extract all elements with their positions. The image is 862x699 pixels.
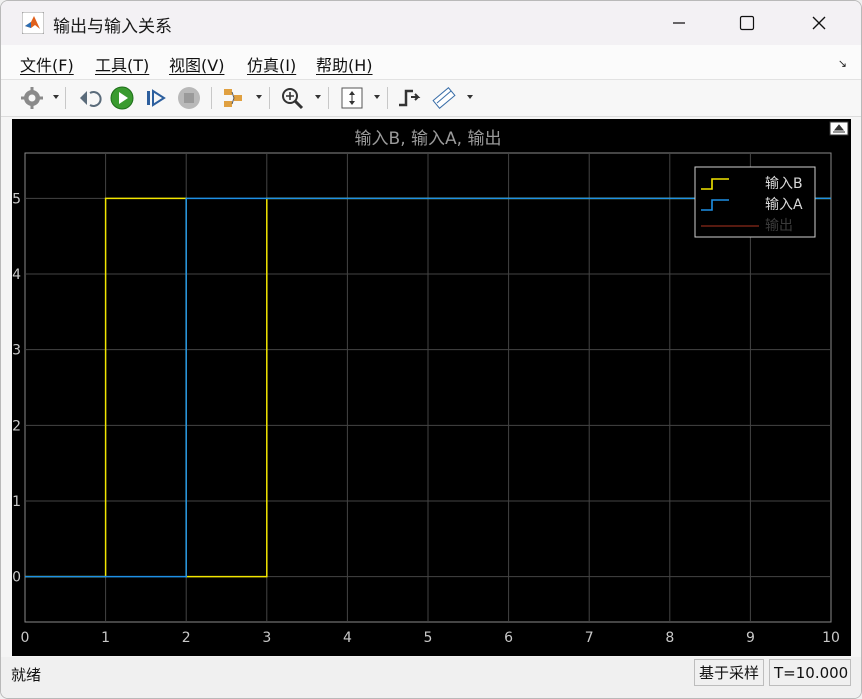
undock-arrow-icon[interactable]: ↘	[838, 57, 847, 70]
x-tick-label: 5	[424, 630, 433, 646]
legend-label-2: 输出	[765, 218, 793, 234]
y-tick-label: 0	[12, 570, 21, 586]
scope-display[interactable]: 输入B, 输入A, 输出 0 1 2 3 4 5 6 7 8 9 10 0 1 2 3 4 5 输入B 输入A 输出	[12, 119, 851, 656]
legend-label-0: 输入B	[765, 176, 803, 192]
scope-chart[interactable]: 输入B, 输入A, 输出 0 1 2 3 4 5 6 7 8 9 10 0 1 2 3 4 5 输入B 输入A 输出	[12, 119, 851, 656]
measure-icon[interactable]	[431, 85, 457, 111]
triggers-icon[interactable]	[396, 85, 422, 111]
sample-mode-badge: 基于采样	[694, 659, 764, 686]
minimize-button[interactable]	[647, 1, 711, 45]
measure-dropdown-icon[interactable]	[467, 95, 473, 99]
restore-layout-icon[interactable]	[829, 121, 849, 136]
signal-select-icon[interactable]	[221, 85, 247, 111]
toolbar-separator	[328, 87, 329, 109]
x-tick-label: 7	[585, 630, 594, 646]
fit-dropdown-icon[interactable]	[374, 95, 380, 99]
chart-title: 输入B, 输入A, 输出	[355, 129, 502, 149]
x-tick-label: 1	[101, 630, 110, 646]
fit-axes-icon[interactable]	[339, 85, 365, 111]
y-tick-label: 1	[12, 494, 21, 510]
x-tick-label: 4	[343, 630, 352, 646]
x-tick-label: 9	[746, 630, 755, 646]
sim-time-readout: T=10.000	[769, 659, 851, 686]
x-tick-label: 6	[504, 630, 513, 646]
y-tick-label: 3	[12, 343, 21, 359]
zoom-in-icon[interactable]	[279, 85, 305, 111]
zoom-dropdown-icon[interactable]	[315, 95, 321, 99]
x-tick-label: 10	[822, 630, 840, 646]
maximize-icon	[739, 15, 755, 31]
x-tick-label: 2	[182, 630, 191, 646]
minimize-icon	[673, 22, 685, 24]
toolbar-separator	[65, 87, 66, 109]
title-bar: 输出与输入关系	[1, 1, 861, 45]
close-button[interactable]	[787, 1, 851, 45]
step-back-icon[interactable]	[76, 85, 102, 111]
toolbar	[1, 80, 861, 117]
toolbar-separator	[211, 87, 212, 109]
menu-tools[interactable]: 工具(T)	[95, 52, 149, 76]
x-tick-label: 0	[21, 630, 30, 646]
menu-simulation[interactable]: 仿真(I)	[247, 52, 296, 76]
menu-view[interactable]: 视图(V)	[169, 52, 224, 76]
stop-icon[interactable]	[176, 85, 202, 111]
gear-dropdown-icon[interactable]	[53, 95, 59, 99]
menu-help[interactable]: 帮助(H)	[316, 52, 373, 76]
y-tick-label: 2	[12, 418, 21, 434]
step-forward-icon[interactable]	[143, 85, 169, 111]
signal-dropdown-icon[interactable]	[256, 95, 262, 99]
app-window: 输出与输入关系 文件(F) 工具(T) 视图(V) 仿真(I) 帮助(H) ↘	[0, 0, 862, 699]
gear-icon[interactable]	[19, 85, 45, 111]
maximize-button[interactable]	[715, 1, 779, 45]
legend-label-1: 输入A	[765, 197, 803, 213]
menu-bar: 文件(F) 工具(T) 视图(V) 仿真(I) 帮助(H) ↘	[1, 45, 861, 80]
matlab-logo-icon	[22, 12, 44, 34]
y-tick-label: 4	[12, 267, 21, 283]
status-text: 就绪	[11, 666, 42, 684]
y-tick-label: 5	[12, 191, 21, 207]
menu-file[interactable]: 文件(F)	[20, 52, 74, 76]
x-tick-label: 8	[665, 630, 674, 646]
x-tick-label: 3	[262, 630, 271, 646]
status-bar: 就绪 基于采样 T=10.000	[1, 657, 861, 698]
close-icon	[812, 16, 826, 30]
window-title: 输出与输入关系	[53, 17, 172, 37]
run-icon[interactable]	[109, 85, 135, 111]
toolbar-separator	[269, 87, 270, 109]
toolbar-separator	[387, 87, 388, 109]
